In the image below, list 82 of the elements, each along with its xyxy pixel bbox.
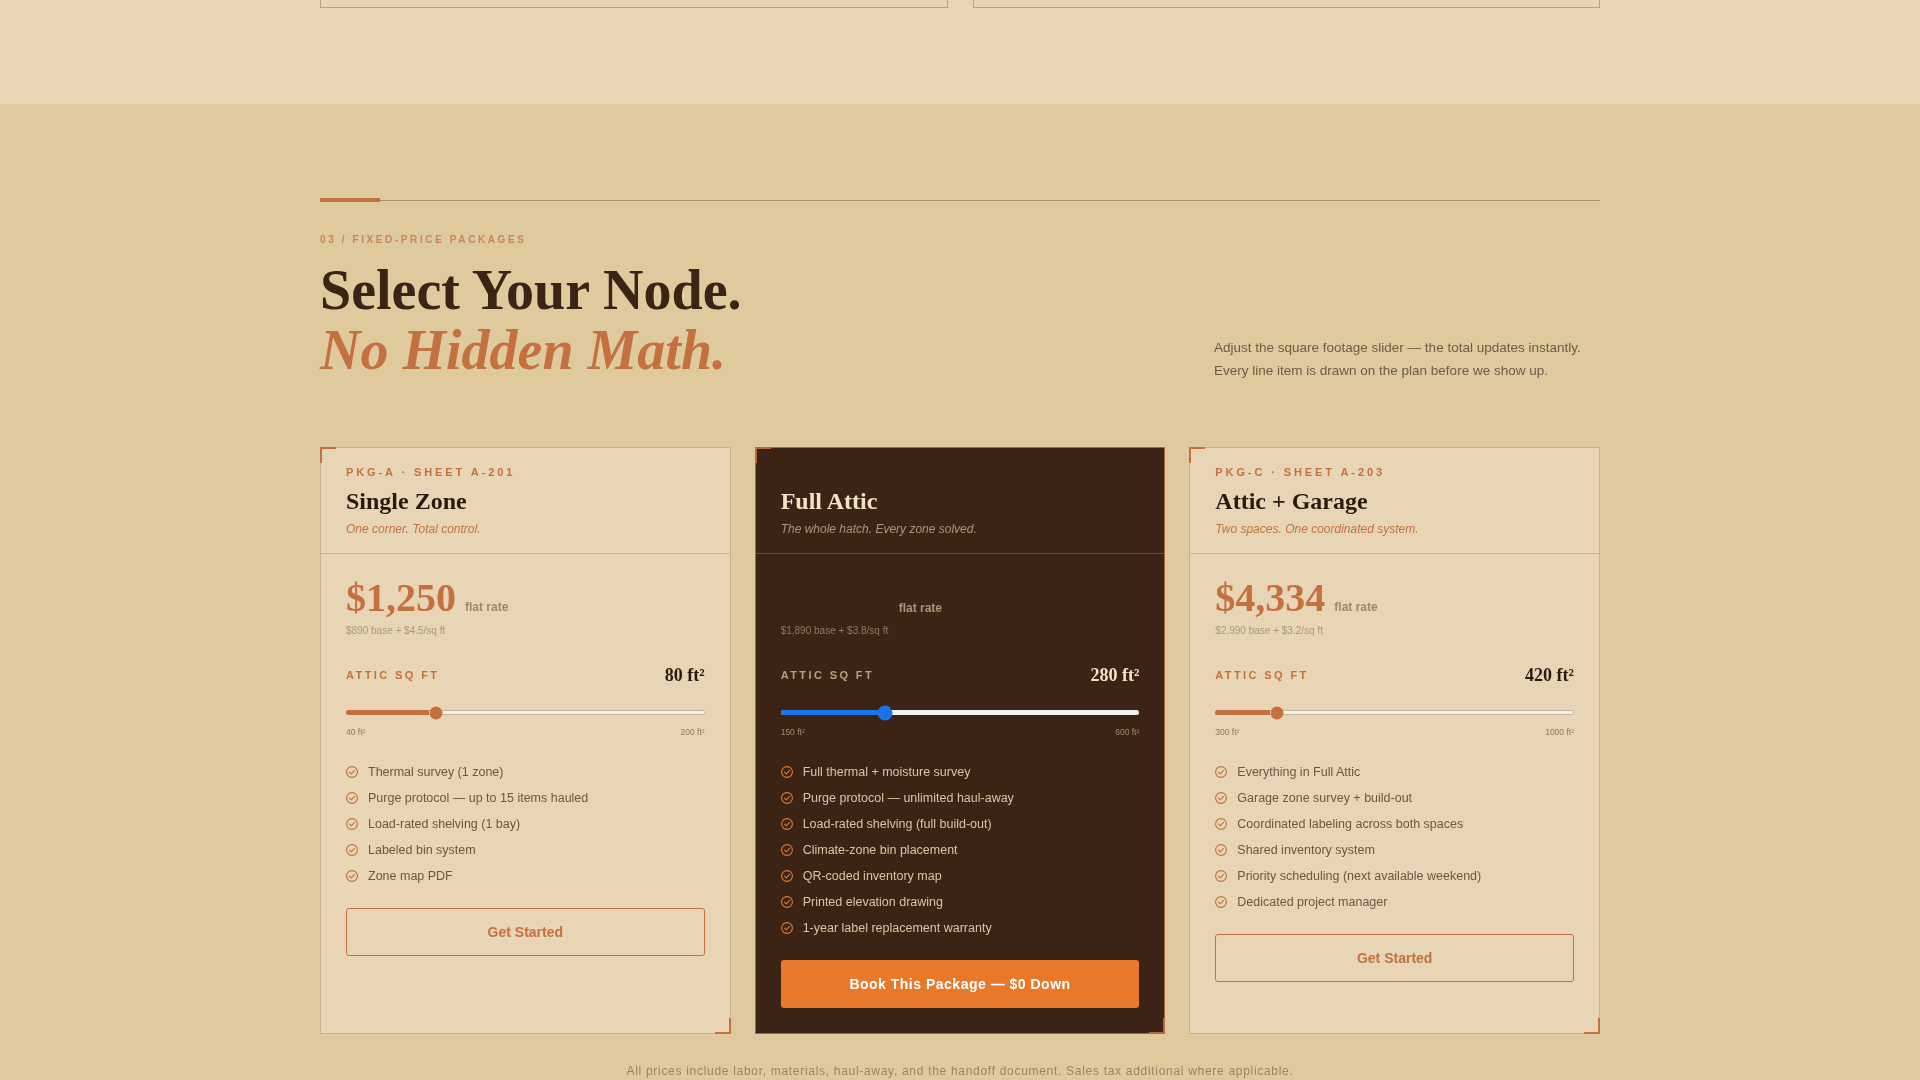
feature-text: Shared inventory system — [1237, 843, 1375, 857]
price-unit: flat rate — [1334, 600, 1378, 614]
corner-bracket-icon — [1584, 1018, 1600, 1034]
slider-thumb[interactable] — [877, 705, 893, 720]
slider-reading: 420 ft² — [1525, 664, 1574, 686]
corner-bracket-icon — [320, 447, 336, 463]
check-circle-icon — [780, 792, 793, 804]
feature-text: Dedicated project manager — [1237, 895, 1388, 909]
slider-min-label: 40 ft² — [346, 727, 366, 738]
check-circle-icon — [780, 818, 793, 830]
section-title: Select Your Node. — [320, 260, 742, 320]
package-price: $1,250 — [346, 578, 456, 618]
slider-min-label: 300 ft² — [1215, 727, 1240, 738]
check-circle-icon — [346, 818, 358, 830]
slider-thumb[interactable] — [429, 706, 443, 719]
check-circle-icon — [346, 844, 358, 856]
feature-text: Zone map PDF — [368, 869, 453, 883]
check-circle-icon — [780, 766, 793, 778]
section-title-accent: No Hidden Math. — [320, 320, 727, 380]
section-eyebrow: 03 / FIXED-PRICE PACKAGES — [320, 233, 528, 247]
slider-thumb[interactable] — [1270, 706, 1284, 719]
check-circle-icon — [1215, 792, 1228, 804]
book-package-button[interactable]: Book This Package — $0 Down — [780, 960, 1140, 1008]
slider-label: ATTIC SQ FT — [780, 669, 875, 681]
check-circle-icon — [1215, 766, 1228, 778]
corner-bracket-icon — [1189, 447, 1206, 463]
get-started-button[interactable]: Get Started — [1215, 934, 1574, 982]
price-basis: $2,990 base + $3.2/sq ft — [1215, 624, 1324, 637]
package-tagline: Two spaces. One coordinated system. — [1215, 521, 1420, 537]
rule-accent — [320, 198, 380, 202]
feature-text: Climate-zone bin placement — [802, 843, 958, 857]
corner-bracket-icon — [754, 447, 771, 463]
check-circle-icon — [346, 766, 358, 778]
feature-text: Coordinated labeling across both spaces — [1237, 817, 1464, 831]
price-basis: $890 base + $4.5/sq ft — [346, 624, 447, 637]
package-name: Attic + Garage — [1215, 487, 1369, 516]
package-name: Full Attic — [780, 487, 879, 516]
feature-text: Full thermal + moisture survey — [802, 765, 971, 779]
slider-max-label: 1000 ft² — [1545, 727, 1574, 738]
feature-text: Everything in Full Attic — [1237, 765, 1361, 779]
pricing-footnote: All prices include labor, materials, haul-away, and the handoff document. Sales tax additional where applicable. — [625, 1065, 1295, 1077]
feature-text: Thermal survey (1 zone) — [368, 765, 504, 779]
check-circle-icon — [346, 870, 358, 882]
feature-text: Load-rated shelving (1 bay) — [368, 817, 521, 831]
corner-bracket-icon — [1149, 1018, 1166, 1034]
price-unit: flat rate — [898, 601, 942, 615]
feature-text: QR-coded inventory map — [802, 869, 942, 883]
feature-text: Priority scheduling (next available weekend) — [1237, 869, 1482, 883]
slider-reading: 280 ft² — [1090, 664, 1140, 686]
feature-text: Printed elevation drawing — [802, 895, 944, 909]
package-tagline: The whole hatch. Every zone solved. — [780, 521, 978, 537]
check-circle-icon — [1215, 870, 1228, 882]
check-circle-icon — [1215, 896, 1228, 908]
section-intro: Adjust the square footage slider — the total updates instantly. Every line item is drawn on the plan before we show up. — [1214, 339, 1582, 380]
package-tagline: One corner. Total control. — [346, 521, 482, 537]
check-circle-icon — [780, 844, 793, 856]
package-code: PKG-A · SHEET A-201 — [346, 465, 517, 479]
check-circle-icon — [780, 922, 793, 934]
slider-label: ATTIC SQ FT — [1215, 669, 1309, 681]
feature-text: Garage zone survey + build-out — [1237, 791, 1413, 805]
feature-text: 1-year label replacement warranty — [802, 921, 992, 935]
feature-text: Purge protocol — unlimited haul-away — [802, 791, 1014, 805]
feature-text: Purge protocol — up to 15 items hauled — [368, 791, 589, 805]
check-circle-icon — [346, 792, 358, 804]
price-basis: $1,890 base + $3.8/sq ft — [780, 624, 890, 637]
check-circle-icon — [1215, 818, 1228, 830]
feature-text: Labeled bin system — [368, 843, 476, 857]
package-name: Single Zone — [346, 487, 468, 516]
corner-bracket-icon — [714, 1018, 731, 1034]
slider-max-label: 600 ft² — [1115, 727, 1140, 738]
price-unit: flat rate — [465, 600, 509, 614]
slider-max-label: 200 ft² — [680, 727, 705, 738]
package-price: $4,334 — [1215, 578, 1326, 618]
feature-text: Load-rated shelving (full build-out) — [802, 817, 992, 831]
check-circle-icon — [780, 896, 793, 908]
get-started-button[interactable]: Get Started — [346, 908, 705, 956]
slider-min-label: 150 ft² — [780, 727, 805, 738]
check-circle-icon — [1215, 844, 1228, 856]
slider-label: ATTIC SQ FT — [346, 669, 440, 681]
package-code: PKG-C · SHEET A-203 — [1215, 465, 1386, 479]
slider-reading: 80 ft² — [664, 664, 705, 686]
check-circle-icon — [780, 870, 793, 882]
